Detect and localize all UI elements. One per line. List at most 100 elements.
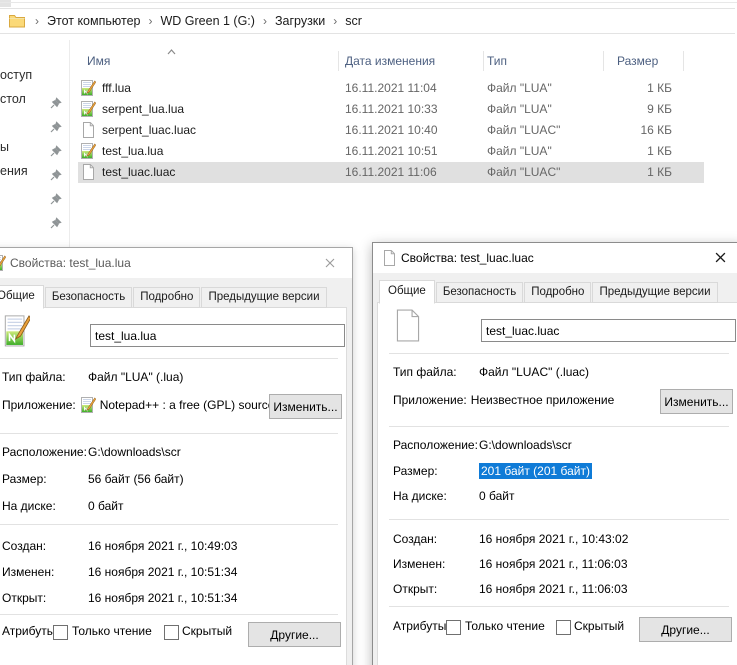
file-name: test_lua.lua — [102, 144, 164, 158]
column-separator[interactable] — [338, 51, 339, 71]
column-header-name[interactable]: Имя — [87, 50, 110, 72]
modified-label: Изменен: — [2, 565, 55, 579]
sidebar-item[interactable]: стол — [0, 87, 66, 111]
tab-inactive[interactable]: Безопасность — [435, 282, 524, 303]
file-type-label: Тип файла: — [393, 365, 457, 379]
other-attributes-button[interactable]: Другие... — [248, 622, 341, 647]
hidden-label: Скрытый — [574, 619, 625, 633]
file-name: test_luac.luac — [102, 165, 176, 179]
column-header-date[interactable]: Дата изменения — [345, 50, 435, 72]
pane-divider — [69, 40, 70, 247]
properties-dialog-test-lua: Свойства: test_lua.lua Общие Безопасность… — [0, 247, 353, 665]
separator — [389, 519, 729, 520]
file-type-value: Файл "LUAC" (.luac) — [479, 365, 590, 379]
window-top-divider — [0, 2, 737, 3]
other-attributes-button[interactable]: Другие... — [639, 617, 732, 642]
hidden-checkbox[interactable] — [164, 625, 179, 640]
file-row[interactable]: serpent_luac.luac 16.11.2021 10:40 Файл "L… — [78, 120, 704, 141]
file-date: 16.11.2021 10:33 — [345, 102, 438, 116]
luac-file-icon — [80, 122, 96, 138]
file-name: fff.lua — [102, 81, 131, 95]
file-date: 16.11.2021 11:06 — [345, 165, 437, 179]
tab-general-active[interactable]: Общие — [379, 280, 435, 304]
column-separator[interactable] — [483, 51, 484, 71]
hidden-checkbox[interactable] — [556, 620, 571, 635]
sidebar-item-label: ы — [0, 140, 9, 154]
size-value: 56 байт (56 байт) — [88, 472, 184, 486]
sidebar-item[interactable]: ения — [0, 159, 66, 183]
pin-icon — [50, 213, 62, 237]
disk-label: На диске: — [2, 499, 56, 513]
file-date: 16.11.2021 11:04 — [345, 81, 437, 95]
tab-inactive[interactable]: Безопасность — [44, 287, 133, 308]
file-row[interactable]: serpent_lua.lua 16.11.2021 10:33 Файл "LUA… — [78, 99, 704, 120]
tab-general-active[interactable]: Общие — [0, 285, 44, 309]
column-header-type[interactable]: Тип — [487, 50, 507, 72]
breadcrumb: › Этот компьютер › WD Green 1 (G:) › Загрузки… — [27, 14, 362, 28]
tab-inactive[interactable]: Предыдущие версии — [201, 287, 327, 308]
change-app-button[interactable]: Изменить... — [660, 389, 733, 414]
modified-value: 16 ноября 2021 г., 11:06:03 — [479, 557, 628, 571]
file-name: serpent_lua.lua — [102, 102, 185, 116]
size-label: Размер: — [2, 472, 47, 486]
app-row: Приложение: Notepad++ : a free (GPL) sou… — [2, 397, 284, 413]
separator — [389, 426, 729, 427]
file-type: Файл "LUA" — [487, 144, 552, 158]
file-row[interactable]: test_lua.lua 16.11.2021 10:51 Файл "LUA" 1 … — [78, 141, 704, 162]
app-value: Notepad++ : a free (GPL) source c — [99, 398, 284, 412]
tab-inactive[interactable]: Подробно — [133, 287, 201, 308]
sidebar-item[interactable] — [0, 207, 66, 231]
sort-ascending-icon — [167, 44, 176, 58]
sidebar-item[interactable] — [0, 183, 66, 207]
breadcrumb-item[interactable]: Этот компьютер — [47, 14, 140, 28]
disk-value: 0 байт — [88, 499, 124, 513]
file-date: 16.11.2021 10:51 — [345, 144, 438, 158]
opened-label: Открыт: — [393, 582, 438, 596]
file-type-label: Тип файла: — [2, 370, 66, 384]
readonly-label: Только чтение — [465, 619, 545, 633]
file-row[interactable]: test_luac.luac 16.11.2021 11:06 Файл "LUAC… — [78, 162, 704, 183]
location-label: Расположение: — [393, 438, 478, 452]
file-size: 1 КБ — [647, 81, 672, 95]
sidebar-item[interactable]: оступ — [0, 63, 66, 87]
created-value: 16 ноября 2021 г., 10:49:03 — [88, 539, 238, 553]
filename-input[interactable] — [90, 324, 345, 347]
sidebar-item[interactable]: ы — [0, 135, 66, 159]
luac-file-icon — [80, 164, 96, 180]
created-label: Создан: — [393, 532, 438, 546]
app-label: Приложение: — [2, 398, 76, 412]
readonly-checkbox[interactable] — [53, 625, 68, 640]
location-value: G:\downloads\scr — [479, 438, 572, 452]
readonly-checkbox[interactable] — [446, 620, 461, 635]
tab-inactive[interactable]: Предыдущие версии — [592, 282, 718, 303]
breadcrumb-separator-icon: › — [333, 14, 338, 28]
address-bar[interactable]: › Этот компьютер › WD Green 1 (G:) › Загрузки… — [0, 8, 735, 34]
attributes-label: Атрибуты: — [2, 624, 59, 638]
file-type: Файл "LUA" — [487, 81, 552, 95]
filename-input[interactable] — [481, 319, 736, 342]
breadcrumb-separator-icon: › — [148, 14, 153, 28]
tab-inactive[interactable]: Подробно — [524, 282, 592, 303]
breadcrumb-item[interactable]: scr — [345, 14, 362, 28]
column-separator[interactable] — [603, 51, 604, 71]
breadcrumb-item[interactable]: WD Green 1 (G:) — [160, 14, 254, 28]
file-row[interactable]: fff.lua 16.11.2021 11:04 Файл "LUA" 1 КБ — [78, 78, 704, 99]
file-size: 1 КБ — [647, 165, 672, 179]
size-value-selected: 201 байт (201 байт) — [479, 463, 592, 479]
modified-value: 16 ноября 2021 г., 10:51:34 — [88, 565, 238, 579]
breadcrumb-item[interactable]: Загрузки — [275, 14, 325, 28]
sidebar-item[interactable] — [0, 111, 66, 135]
file-type: Файл "LUAC" — [487, 123, 561, 137]
file-size: 9 КБ — [647, 102, 672, 116]
column-separator[interactable] — [683, 51, 684, 71]
app-row: Приложение: Неизвестное приложение — [393, 392, 614, 408]
change-app-button[interactable]: Изменить... — [269, 394, 342, 419]
app-label: Приложение: — [393, 393, 467, 407]
column-header-size[interactable]: Размер — [617, 50, 658, 72]
desktop-screenshot: › Этот компьютер › WD Green 1 (G:) › Загрузки… — [0, 0, 737, 665]
disk-value: 0 байт — [479, 489, 515, 503]
created-value: 16 ноября 2021 г., 10:43:02 — [479, 532, 629, 546]
location-label: Расположение: — [2, 445, 87, 459]
app-value: Неизвестное приложение — [470, 393, 615, 407]
attributes-label: Атрибуты: — [393, 619, 450, 633]
